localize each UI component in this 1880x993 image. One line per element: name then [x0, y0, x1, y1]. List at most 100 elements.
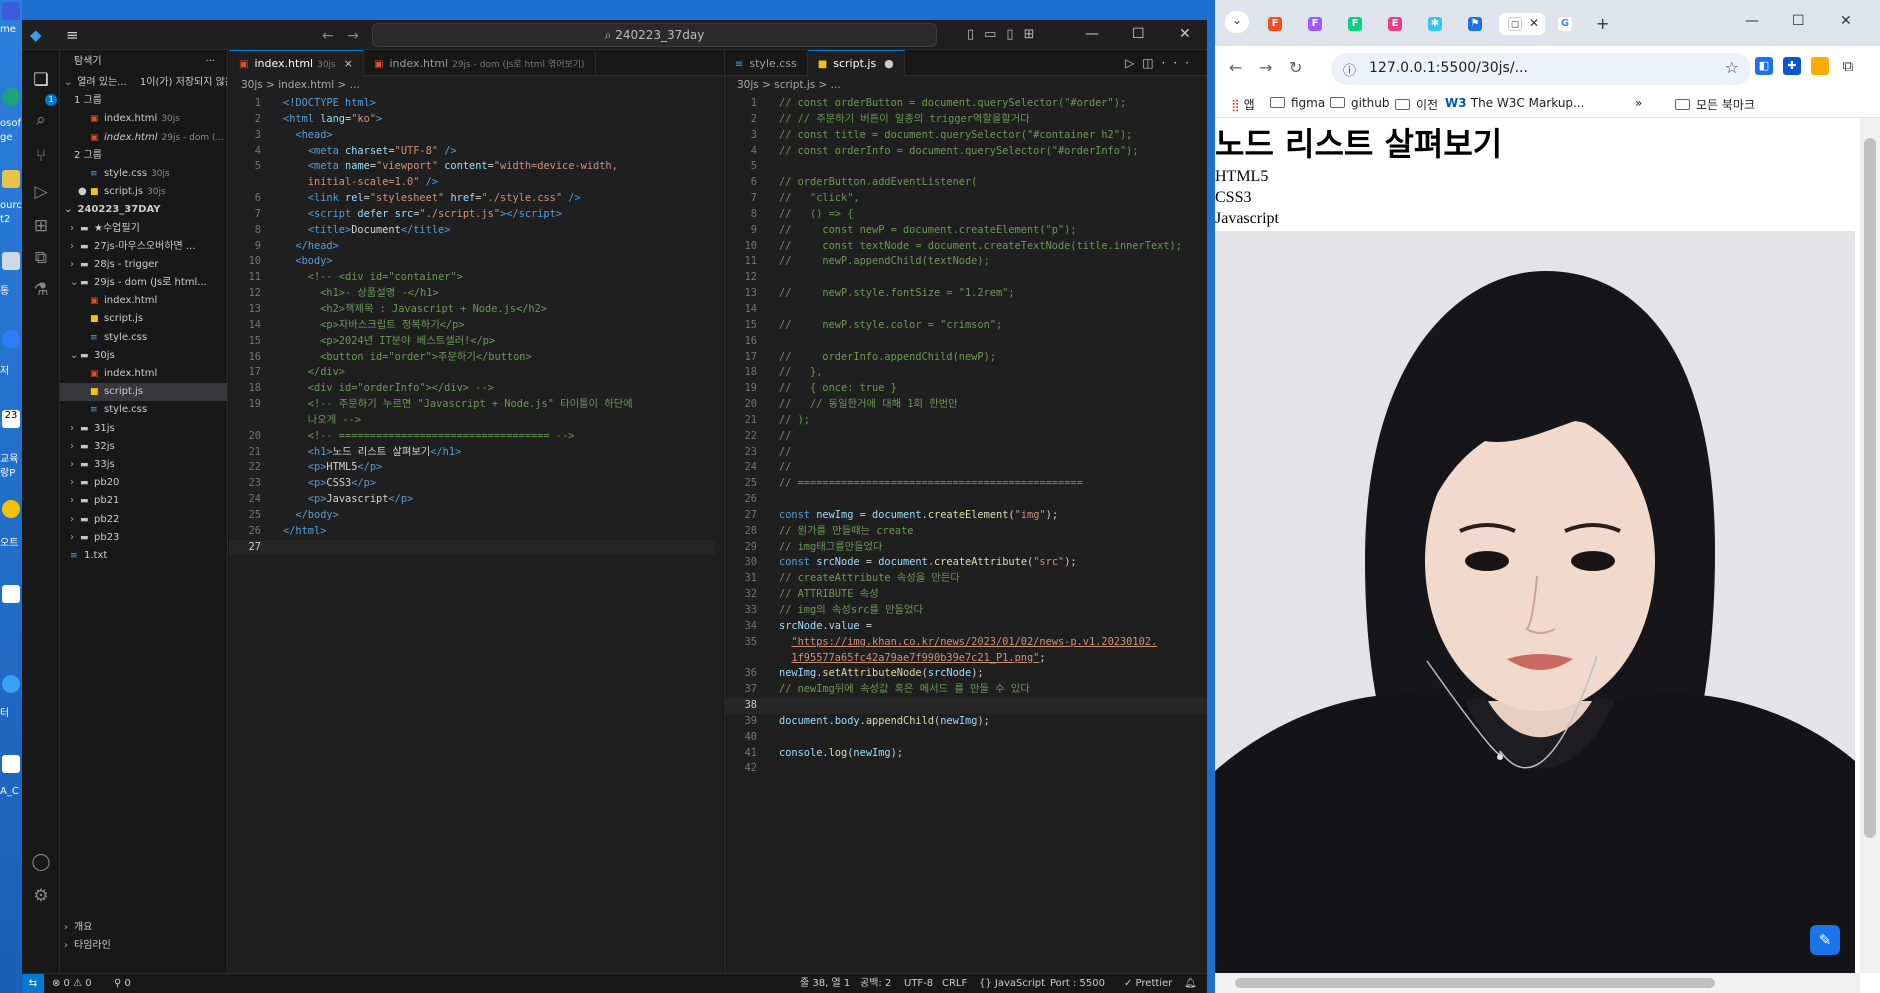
bookmark-apps[interactable]: ⣿ 앱: [1231, 96, 1255, 113]
editor-tab[interactable]: ▣ index.html 30js ×: [229, 50, 364, 76]
folder-item[interactable]: › ▬ pb20: [60, 474, 227, 492]
extension-icon[interactable]: ◧: [1755, 57, 1773, 75]
timeline-section[interactable]: › 타임라인: [60, 937, 227, 955]
file-icon[interactable]: [2, 585, 20, 603]
editor-tab[interactable]: ▣ index.html 29js - dom (Js로 html 엮어보기): [364, 51, 596, 77]
close-button[interactable]: ✕: [1840, 13, 1852, 29]
browser-tab-flag[interactable]: ⚑: [1459, 13, 1493, 35]
file-item[interactable]: ≡ 1.txt: [60, 547, 227, 565]
bookmark-item[interactable]: github: [1330, 96, 1389, 110]
command-center-search[interactable]: ⌕ 240223_37day: [372, 23, 937, 47]
file-item[interactable]: ≡ style.css: [60, 329, 227, 347]
open-editor-item[interactable]: ≡ style.css 30js: [60, 165, 227, 183]
back-arrow-icon[interactable]: ←: [322, 28, 334, 44]
folder-item[interactable]: › ▬ 27js-마우스오버하면 ...: [60, 238, 227, 256]
file-item[interactable]: ≡ style.css: [60, 401, 227, 419]
browser-tab-figma[interactable]: F: [1299, 13, 1333, 35]
workspace-section[interactable]: ⌄ 240223_37DAY: [60, 201, 227, 219]
file-item[interactable]: ■ script.js: [60, 310, 227, 328]
scrollbar-thumb[interactable]: [1235, 978, 1715, 988]
remote-explorer-icon[interactable]: ⧉: [31, 248, 51, 268]
bookmark-item[interactable]: figma: [1270, 96, 1325, 110]
folder-item[interactable]: › ▬ 31js: [60, 420, 227, 438]
more-actions-icon[interactable]: ···: [205, 50, 215, 74]
cursor-position[interactable]: 줄 38, 열 1: [800, 974, 850, 993]
eol-status[interactable]: CRLF: [942, 974, 967, 993]
app-icon[interactable]: [2, 675, 20, 693]
code-editor-js[interactable]: 1// const orderButton = document.querySe…: [725, 96, 1207, 777]
editor-tab[interactable]: ≡ style.css: [725, 51, 808, 77]
indentation-status[interactable]: 공백: 2: [860, 974, 891, 993]
folder-item[interactable]: › ▬ pb22: [60, 511, 227, 529]
extensions-icon[interactable]: ⊞: [31, 216, 51, 236]
edge-icon[interactable]: [2, 88, 20, 106]
folder-item[interactable]: › ▬ 33js: [60, 456, 227, 474]
problems-status[interactable]: ⊗ 0 ⚠ 0: [52, 974, 92, 993]
recycle-bin-icon[interactable]: [2, 252, 20, 270]
file-item[interactable]: ■ script.js: [60, 383, 227, 402]
explorer-icon[interactable]: ❏: [31, 70, 51, 90]
open-editor-item[interactable]: ▣ index.html 30js: [60, 110, 227, 128]
search-icon[interactable]: ⌕: [31, 110, 51, 130]
folder-item[interactable]: › ▬ ★수업필기: [60, 220, 227, 238]
open-editor-item[interactable]: ▣ index.html 29js - dom (...: [60, 129, 227, 147]
source-control-icon[interactable]: ⑂: [31, 146, 51, 166]
settings-gear-icon[interactable]: ⚙: [31, 886, 51, 906]
run-debug-icon[interactable]: ▷: [31, 182, 51, 202]
remote-indicator[interactable]: ⇆: [22, 974, 44, 993]
new-tab-button[interactable]: +: [1587, 13, 1621, 35]
code-editor-html[interactable]: 1 <!DOCTYPE html> 2 <html lang="ko"> 3 <he…: [229, 96, 723, 556]
desktop-icon[interactable]: [2, 2, 20, 20]
folder-item[interactable]: ⌄ ▬ 29js - dom (Js로 html...: [60, 274, 227, 292]
close-icon[interactable]: ×: [344, 57, 353, 70]
app-icon[interactable]: [2, 500, 20, 518]
folder-item[interactable]: › ▬ 28js - trigger: [60, 256, 227, 274]
open-editors-section[interactable]: ⌄ 열려 있는... 1이(가) 저장되지 않음: [60, 74, 227, 92]
reload-icon[interactable]: ↻: [1289, 58, 1302, 77]
app-icon[interactable]: [2, 330, 20, 348]
breadcrumb[interactable]: 30js > script.js > ...: [725, 76, 1207, 94]
minimize-button[interactable]: —: [1745, 13, 1759, 29]
live-server-port[interactable]: Port : 5500: [1050, 974, 1105, 993]
hamburger-menu-icon[interactable]: ≡: [66, 28, 79, 43]
folder-item[interactable]: › ▬ pb21: [60, 492, 227, 510]
folder-item[interactable]: › ▬ pb23: [60, 529, 227, 547]
layout-icons[interactable]: ▯▭▯⊞: [967, 27, 1044, 42]
scrollbar-thumb[interactable]: [1864, 138, 1876, 838]
bookmark-item[interactable]: 이전: [1395, 96, 1438, 113]
prettier-status[interactable]: ✓ Prettier: [1124, 974, 1172, 993]
browser-tab-figma[interactable]: F: [1259, 13, 1293, 35]
close-icon[interactable]: ✕: [1529, 16, 1539, 30]
browser-tab-figma[interactable]: F: [1339, 13, 1373, 35]
editor-tab[interactable]: ■ script.js ●: [807, 50, 905, 76]
editor-actions[interactable]: ▷◫···: [1125, 56, 1197, 70]
language-mode[interactable]: {} JavaScript: [979, 974, 1045, 993]
browser-tab-e[interactable]: E: [1379, 13, 1413, 35]
editor-scrollbar[interactable]: [715, 96, 723, 696]
ports-status[interactable]: ⚲ 0: [114, 974, 131, 993]
folder-icon[interactable]: [2, 170, 20, 188]
folder-item[interactable]: › ▬ 32js: [60, 438, 227, 456]
file-item[interactable]: ▣ index.html: [60, 365, 227, 383]
minimize-button[interactable]: —: [1085, 26, 1099, 42]
vertical-scrollbar[interactable]: [1860, 118, 1880, 973]
calendar-icon[interactable]: 23: [2, 410, 20, 428]
maximize-button[interactable]: ☐: [1132, 26, 1145, 42]
maximize-button[interactable]: ☐: [1792, 13, 1805, 29]
extensions-puzzle-icon[interactable]: ⧉: [1839, 57, 1857, 75]
extension-icon[interactable]: [1811, 57, 1829, 75]
folder-item[interactable]: ⌄ ▬ 30js: [60, 347, 227, 365]
bookmark-star-icon[interactable]: ☆: [1725, 58, 1739, 77]
bookmark-item[interactable]: 모든 북마크: [1675, 96, 1755, 113]
breadcrumb[interactable]: 30js > index.html > ...: [229, 76, 723, 94]
file-icon[interactable]: [2, 755, 20, 773]
testing-icon[interactable]: ⚗: [31, 280, 51, 300]
open-editor-item[interactable]: ● ■ script.js 30js: [60, 183, 227, 201]
encoding-status[interactable]: UTF-8: [904, 974, 933, 993]
unsaved-dot-icon[interactable]: ●: [884, 57, 894, 70]
browser-tab-active[interactable]: ◻ ✕: [1499, 13, 1545, 35]
file-item[interactable]: ▣ index.html: [60, 292, 227, 310]
account-icon[interactable]: ◯: [31, 852, 51, 872]
site-info-icon[interactable]: ⓘ: [1343, 60, 1356, 79]
browser-tab-slack[interactable]: ✱: [1419, 13, 1453, 35]
